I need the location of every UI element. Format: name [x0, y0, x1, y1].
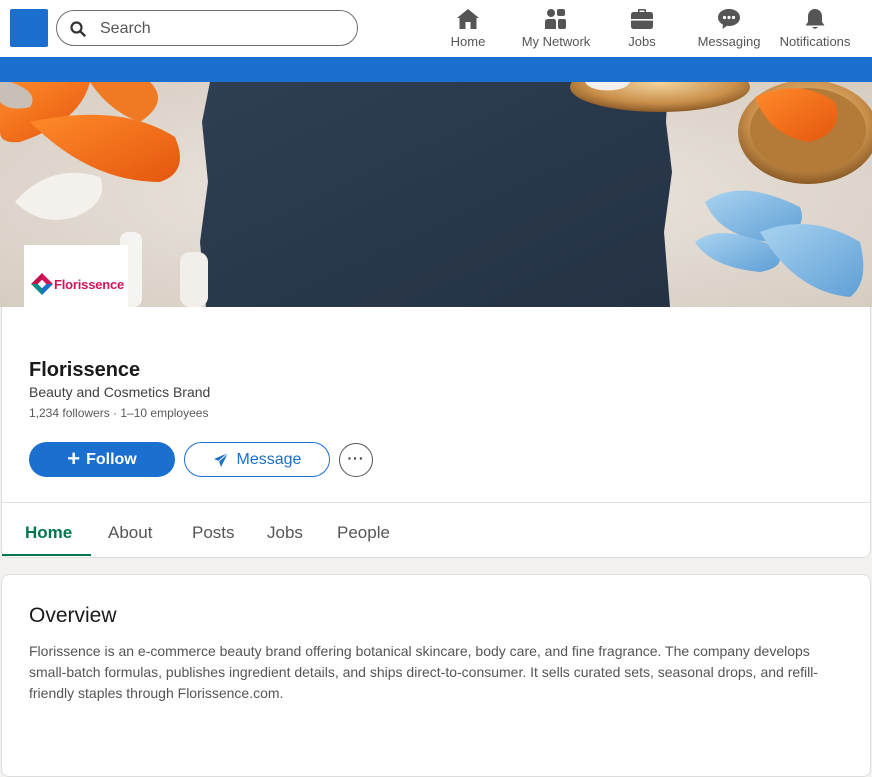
tab-posts[interactable]: Posts [192, 523, 235, 543]
follow-button[interactable]: + Follow [29, 442, 175, 477]
overview-body: Florissence is an e-commerce beauty bran… [29, 643, 819, 701]
home-icon [457, 9, 479, 29]
search-bar[interactable]: Search [56, 10, 358, 46]
bell-icon [805, 9, 825, 29]
messaging-icon [718, 9, 740, 29]
nav-notifications[interactable]: Notifications [777, 6, 853, 52]
accent-bar [0, 57, 872, 82]
message-label: Message [236, 450, 302, 468]
overview-title: Overview [29, 604, 117, 627]
active-tab-indicator [2, 554, 91, 556]
nav-messaging-label: Messaging [697, 34, 761, 49]
company-tagline: Beauty and Cosmetics Brand [29, 384, 211, 400]
network-icon [545, 9, 566, 29]
logo-wordmark: Florissence [54, 277, 125, 292]
follow-label: Follow [86, 450, 137, 468]
search-icon [70, 21, 86, 37]
send-icon [213, 452, 228, 467]
tab-home[interactable]: Home [25, 523, 72, 543]
company-logo[interactable]: Florissence [24, 245, 128, 307]
plus-icon: + [67, 445, 81, 471]
ellipsis-icon: ··· [347, 449, 365, 466]
logo-mark-icon [31, 273, 53, 295]
tabs-divider [2, 502, 870, 503]
cover-image [0, 82, 872, 307]
tab-about[interactable]: About [108, 523, 152, 543]
nav-jobs-label: Jobs [628, 34, 656, 49]
company-meta[interactable]: 1,234 followers · 1–10 employees [29, 406, 208, 420]
message-button[interactable]: Message [184, 442, 330, 477]
nav-home-label: Home [450, 34, 486, 49]
briefcase-icon [631, 9, 653, 29]
tab-jobs[interactable]: Jobs [267, 523, 303, 543]
nav-home[interactable]: Home [448, 6, 488, 52]
company-name: Florissence [29, 359, 141, 381]
nav-messaging[interactable]: Messaging [697, 6, 761, 52]
company-profile-card: Florissence Beauty and Cosmetics Brand 1… [1, 307, 871, 558]
nav-jobs[interactable]: Jobs [626, 6, 658, 52]
tab-people[interactable]: People [337, 523, 390, 543]
nav-notifications-label: Notifications [779, 34, 851, 49]
search-input[interactable]: Search [100, 20, 151, 38]
cover-illustration [0, 82, 872, 307]
more-options-button[interactable]: ··· [339, 443, 373, 477]
app-logo[interactable] [10, 9, 48, 47]
nav-my-network-label: My Network [521, 34, 591, 49]
nav-my-network[interactable]: My Network [519, 6, 593, 52]
top-nav: Search Home My Network Jobs Messaging No… [0, 0, 872, 57]
overview-card: Overview Florissence is an e-commerce be… [1, 574, 871, 777]
